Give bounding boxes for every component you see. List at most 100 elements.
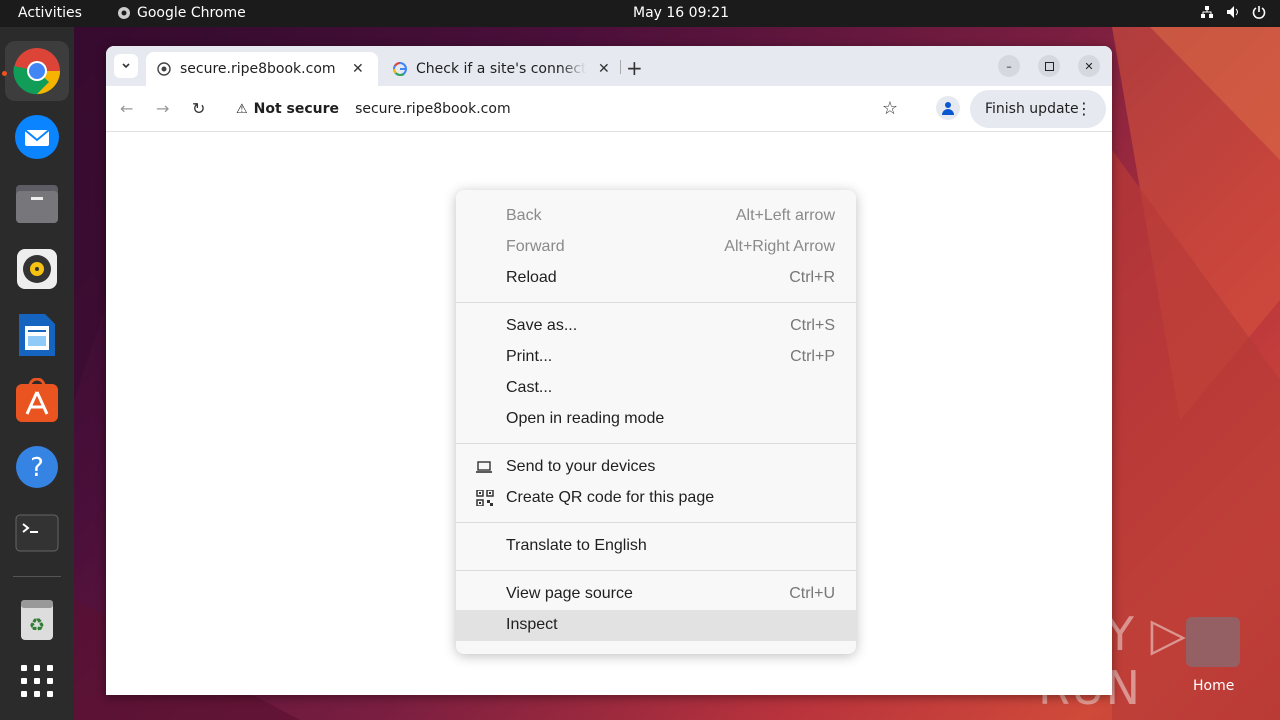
menu-label: Inspect [506,616,558,633]
menu-shortcut: Alt+Right Arrow [724,238,835,255]
url-text[interactable]: secure.ripe8book.com [355,101,511,117]
running-indicator [2,71,7,76]
menu-item-reading-mode[interactable]: Open in reading mode [456,404,856,435]
app-menu[interactable]: Google Chrome [117,5,246,21]
google-icon [392,61,408,77]
dock-separator [13,576,61,577]
menu-label: Translate to English [506,537,647,554]
volume-icon [1227,6,1238,18]
menu-separator [456,443,856,444]
warning-icon: ⚠ [236,101,248,117]
menu-label: Back [506,207,542,224]
menu-label: Open in reading mode [506,410,665,427]
chrome-icon [13,48,60,95]
menu-label: Cast... [506,379,553,396]
menu-item-inspect[interactable]: Inspect [456,610,856,641]
maximize-icon [1044,61,1054,71]
menu-item-translate[interactable]: Translate to English [456,531,856,562]
dock-rhythmbox[interactable] [5,239,69,299]
activities-button[interactable]: Activities [18,5,82,21]
menu-item-cast[interactable]: Cast... [456,373,856,404]
tab-separator [620,60,621,74]
app-name: Google Chrome [137,5,246,21]
menu-shortcut: Alt+Left arrow [735,207,835,224]
menu-shortcut: Ctrl+R [789,269,835,286]
more-vert-icon: ⋮ [1076,99,1092,118]
menu-label: Print... [506,348,553,365]
dock-chrome[interactable] [5,41,69,101]
svg-text:♻: ♻ [29,615,45,636]
omnibox[interactable]: ⚠ Not secure secure.ripe8book.com ☆ [228,91,912,127]
tab-inactive[interactable]: Check if a site's connection is secure ✕ [382,52,618,86]
rhythmbox-icon [17,249,57,289]
tab-title: secure.ripe8book.com [180,61,336,77]
thunderbird-icon [15,115,59,159]
context-menu: Back Alt+Left arrow Forward Alt+Right Ar… [456,190,856,654]
menu-label: Send to your devices [506,458,656,475]
clock[interactable]: May 16 09:21 [633,5,729,21]
menu-item-view-source[interactable]: View page source Ctrl+U [456,579,856,610]
maximize-button[interactable] [1038,55,1060,77]
tab-strip: secure.ripe8book.com ✕ Check if a site's… [106,46,1112,86]
close-tab-icon[interactable]: ✕ [598,61,610,77]
tab-title: Check if a site's connection is secure [416,61,586,77]
menu-shortcut: Ctrl+U [789,585,835,602]
menu-label: Create QR code for this page [506,489,715,506]
new-tab-button[interactable]: + [626,56,643,80]
trash-icon: ♻ [21,600,53,640]
forward-button[interactable]: → [156,99,169,118]
back-button[interactable]: ← [120,99,133,118]
dock-trash[interactable]: ♻ [5,589,69,649]
dock-writer[interactable] [5,305,69,365]
tab-active[interactable]: secure.ripe8book.com ✕ [146,52,378,86]
menu-item-forward: Forward Alt+Right Arrow [456,232,856,263]
help-icon: ? [16,446,58,488]
menu-item-back: Back Alt+Left arrow [456,201,856,232]
menu-label: Reload [506,269,557,286]
qr-code-icon [476,490,494,506]
minimize-button[interactable]: – [998,55,1020,77]
app-center-icon [16,378,58,422]
finish-update-label: Finish update [985,101,1079,117]
tab-search-button[interactable] [114,54,138,78]
menu-item-reload[interactable]: Reload Ctrl+R [456,263,856,294]
menu-shortcut: Ctrl+P [790,348,835,365]
dock-thunderbird[interactable] [5,107,69,167]
menu-item-save-as[interactable]: Save as... Ctrl+S [456,311,856,342]
svg-text:?: ? [30,453,44,483]
bookmark-star-icon[interactable]: ☆ [882,98,898,119]
profile-button[interactable] [936,96,960,120]
show-apps-icon [21,665,53,697]
globe-icon [156,61,172,77]
security-indicator[interactable]: Not secure [254,101,339,117]
system-tray[interactable] [1200,5,1266,19]
devices-icon [476,461,492,473]
network-icon [1201,6,1213,18]
chevron-down-icon [122,63,130,69]
menu-separator [456,302,856,303]
power-icon [1252,6,1266,19]
dock-help[interactable]: ? [5,437,69,497]
menu-separator [456,522,856,523]
dock: ? ♻ [0,27,74,720]
reload-button[interactable]: ↻ [192,99,205,118]
browser-toolbar: ← → ↻ ⚠ Not secure secure.ripe8book.com … [106,86,1112,132]
top-bar: Activities Google Chrome May 16 09:21 [0,0,1280,27]
close-tab-icon[interactable]: ✕ [352,61,364,77]
menu-item-send-to-devices[interactable]: Send to your devices [456,452,856,483]
files-icon [16,185,58,223]
dock-terminal[interactable] [5,503,69,563]
dock-app-center[interactable] [5,371,69,431]
menu-label: View page source [506,585,633,602]
menu-label: Save as... [506,317,578,334]
menu-item-print[interactable]: Print... Ctrl+P [456,342,856,373]
dock-files[interactable] [5,173,69,233]
finish-update-button[interactable]: Finish update ⋮ [970,90,1106,128]
terminal-icon [15,514,59,552]
menu-label: Forward [506,238,565,255]
close-window-button[interactable]: ✕ [1078,55,1100,77]
person-icon [942,102,954,115]
menu-item-qr-code[interactable]: Create QR code for this page [456,483,856,514]
dock-show-apps[interactable] [5,651,69,711]
chrome-small-icon [118,7,130,19]
